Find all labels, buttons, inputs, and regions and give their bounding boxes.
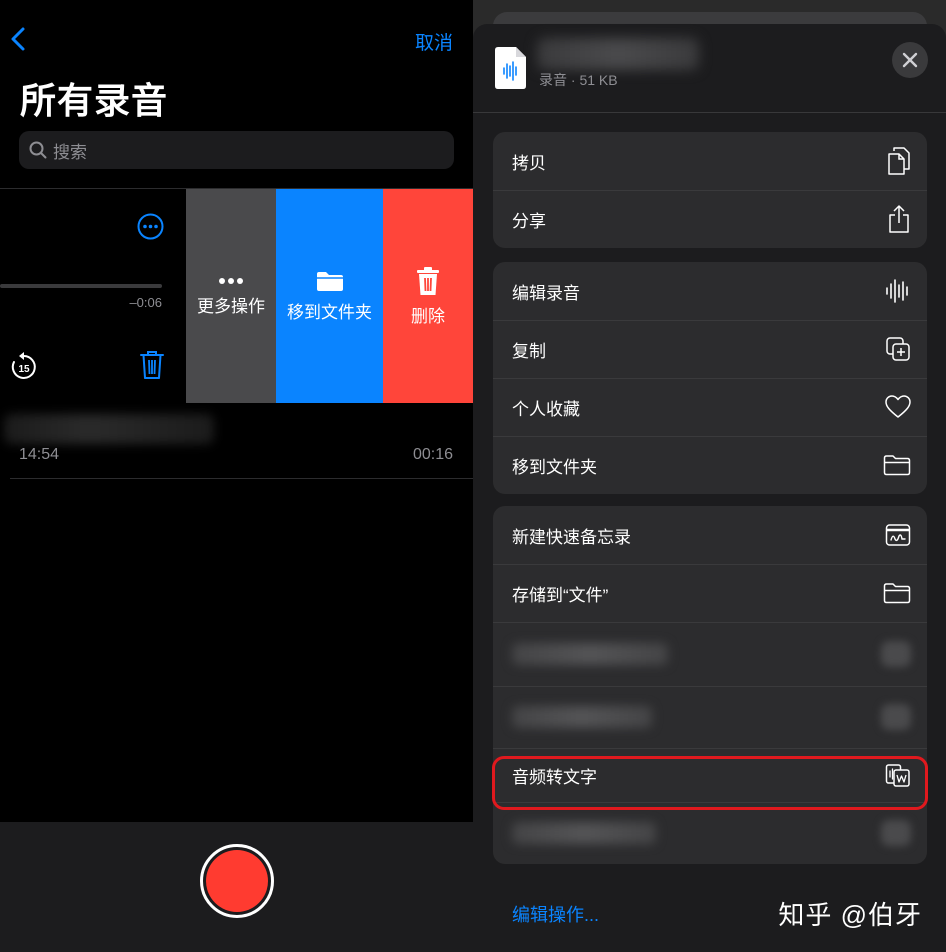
swipe-move-to-folder-button[interactable]: 移到文件夹 <box>276 189 383 403</box>
chevron-left-icon[interactable] <box>8 24 30 54</box>
playback-progress[interactable] <box>0 284 162 288</box>
recording-row[interactable]: 14:54 00:16 <box>0 404 473 479</box>
record-dot <box>206 850 268 912</box>
action-label: 拷贝 <box>512 153 546 173</box>
action-edit-recording[interactable]: 编辑录音 <box>493 262 927 320</box>
action-label: 音频转文字 <box>512 767 597 787</box>
search-input[interactable]: 搜索 <box>19 131 454 169</box>
swipe-delete-button[interactable]: 删除 <box>383 189 473 403</box>
action-group-3: 新建快速备忘录 存储到“文件” 音频转文字 <box>493 506 927 864</box>
action-label: 分享 <box>512 211 546 231</box>
close-button[interactable] <box>892 42 928 78</box>
blurred-icon <box>881 641 911 667</box>
watermark: 知乎 @伯牙 <box>778 900 922 930</box>
close-icon <box>902 52 918 68</box>
action-save-to-files[interactable]: 存储到“文件” <box>493 564 927 622</box>
remaining-time: –0:06 <box>129 295 162 310</box>
audio-file-icon <box>495 47 526 89</box>
recordings-list-screen: 取消 所有录音 搜索 –0:06 15 更多操作 移到文件夹 删除 14:54 … <box>0 0 473 952</box>
folder-icon <box>883 583 911 604</box>
action-share[interactable]: 分享 <box>493 190 927 248</box>
swipe-delete-label: 删除 <box>411 306 445 326</box>
more-options-icon[interactable] <box>137 213 164 240</box>
swipe-move-label: 移到文件夹 <box>287 302 372 322</box>
blurred-label <box>512 643 668 665</box>
action-move-to-folder[interactable]: 移到文件夹 <box>493 436 927 494</box>
action-blurred-1[interactable] <box>493 622 927 686</box>
transcribe-icon <box>885 764 910 787</box>
action-group-1: 拷贝 分享 <box>493 132 927 248</box>
share-sheet: 录音 · 51 KB 拷贝 分享 编辑录音 复制 个人收藏 移到文件夹 新建快速… <box>473 24 946 952</box>
search-icon <box>29 141 47 159</box>
action-label: 移到文件夹 <box>512 457 597 477</box>
ellipsis-icon <box>219 277 243 284</box>
blurred-label <box>512 706 652 728</box>
record-toolbar <box>0 822 473 952</box>
folder-icon <box>883 455 911 476</box>
trash-icon <box>417 266 439 295</box>
search-placeholder: 搜索 <box>53 142 87 162</box>
trash-icon[interactable] <box>139 349 165 381</box>
edit-actions-link[interactable]: 编辑操作... <box>512 901 599 927</box>
action-label: 编辑录音 <box>512 283 580 303</box>
blurred-recording-title <box>4 414 214 444</box>
waveform-icon <box>886 279 908 303</box>
recording-date: 14:54 <box>19 446 60 463</box>
action-quick-note[interactable]: 新建快速备忘录 <box>493 506 927 564</box>
swipe-more-actions-button[interactable]: 更多操作 <box>186 189 276 403</box>
recording-duration: 00:16 <box>412 446 453 463</box>
skip-back-seconds: 15 <box>18 364 30 375</box>
divider <box>10 478 473 479</box>
record-button[interactable] <box>200 844 274 918</box>
header-divider <box>473 112 946 113</box>
file-meta: 录音 · 51 KB <box>539 72 618 88</box>
skip-back-15-icon[interactable]: 15 <box>10 351 38 381</box>
action-blurred-3[interactable] <box>493 802 927 864</box>
share-icon <box>889 205 909 233</box>
quick-note-icon <box>885 524 911 546</box>
blurred-icon <box>881 820 911 846</box>
blurred-file-name <box>537 38 699 70</box>
action-audio-to-text[interactable]: 音频转文字 <box>493 748 927 802</box>
action-label: 存储到“文件” <box>512 585 609 605</box>
action-copy[interactable]: 拷贝 <box>493 132 927 190</box>
cancel-button[interactable]: 取消 <box>415 28 453 55</box>
blurred-icon <box>881 704 911 730</box>
duplicate-icon <box>886 337 910 361</box>
action-label: 新建快速备忘录 <box>512 527 631 547</box>
recording-row-expanded[interactable]: –0:06 15 更多操作 移到文件夹 删除 <box>0 189 473 403</box>
action-group-2: 编辑录音 复制 个人收藏 移到文件夹 <box>493 262 927 494</box>
action-label: 个人收藏 <box>512 399 580 419</box>
heart-icon <box>885 395 911 418</box>
copy-icon <box>888 147 910 175</box>
action-favorite[interactable]: 个人收藏 <box>493 378 927 436</box>
action-blurred-2[interactable] <box>493 686 927 748</box>
blurred-label <box>512 822 656 844</box>
page-title: 所有录音 <box>20 80 169 121</box>
swipe-more-label: 更多操作 <box>197 296 265 316</box>
sheet-footer: 编辑操作... 知乎 @伯牙 <box>473 879 946 952</box>
share-sheet-screen: 录音 · 51 KB 拷贝 分享 编辑录音 复制 个人收藏 移到文件夹 新建快速… <box>473 0 946 952</box>
action-duplicate[interactable]: 复制 <box>493 320 927 378</box>
action-label: 复制 <box>512 341 546 361</box>
folder-icon <box>316 271 343 291</box>
